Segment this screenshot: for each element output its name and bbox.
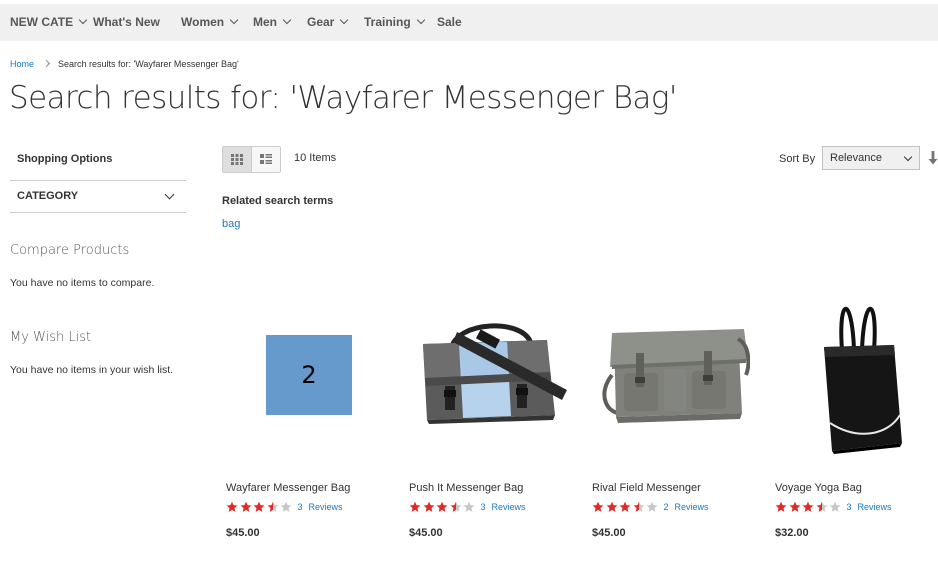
- product-price: $45.00: [226, 527, 260, 539]
- compare-empty-text: You have no items to compare.: [10, 277, 155, 289]
- reviews-link[interactable]: 3 Reviews: [847, 502, 892, 512]
- chevron-down-icon: [78, 15, 88, 25]
- product-rating: 3 Reviews: [409, 500, 526, 514]
- product-image[interactable]: [592, 290, 758, 460]
- wishlist-title: My Wish List: [10, 330, 92, 345]
- chevron-down-icon: [340, 15, 349, 25]
- chevron-down-icon: [164, 189, 175, 200]
- reviews-link[interactable]: 3 Reviews: [298, 502, 343, 512]
- wishlist-empty-text: You have no items in your wish list.: [10, 364, 174, 376]
- nav-item-men[interactable]: Men: [253, 4, 292, 41]
- breadcrumb: Home Search results for: 'Wayfarer Messen…: [10, 59, 239, 69]
- star-icon: [633, 501, 644, 512]
- star-icon: [646, 501, 658, 512]
- product-price: $32.00: [775, 527, 809, 539]
- sort-by-label: Sort By: [779, 153, 816, 165]
- star-icon: [240, 501, 251, 512]
- star-icon: [436, 501, 448, 512]
- nav-item-training[interactable]: Training: [364, 4, 425, 41]
- star-icon: [619, 501, 631, 512]
- product-image[interactable]: [775, 290, 938, 460]
- star-icon: [267, 501, 278, 512]
- star-icon: [816, 501, 827, 512]
- star-icon: [775, 501, 787, 512]
- product-price: $45.00: [409, 527, 443, 539]
- chevron-down-icon: [229, 15, 239, 25]
- reviews-link[interactable]: 3 Reviews: [481, 502, 526, 512]
- filter-category[interactable]: CATEGORY: [10, 180, 186, 213]
- star-icon: [789, 501, 800, 512]
- compare-products-title: Compare Products: [10, 243, 130, 258]
- top-navigation: NEW CATE What's New Women Men Gear Train…: [0, 4, 938, 41]
- breadcrumb-current: Search results for: 'Wayfarer Messenger …: [58, 59, 239, 69]
- nav-item-women[interactable]: Women: [181, 4, 239, 41]
- nav-item-sale[interactable]: Sale: [437, 4, 462, 41]
- product-rating: 3 Reviews: [226, 500, 343, 514]
- product-name-link[interactable]: Rival Field Messenger: [592, 482, 701, 494]
- chevron-down-icon: [416, 15, 425, 25]
- nav-item-new-cate[interactable]: NEW CATE: [10, 4, 88, 41]
- product-name-link[interactable]: Voyage Yoga Bag: [775, 482, 862, 494]
- product-name-link[interactable]: Push It Messenger Bag: [409, 482, 523, 494]
- product-name-link[interactable]: Wayfarer Messenger Bag: [226, 482, 350, 494]
- chevron-right-icon: [42, 59, 51, 68]
- tote-bag-black-image: [824, 306, 902, 454]
- star-icon: [253, 501, 265, 512]
- page-title: Search results for: 'Wayfarer Messenger …: [9, 80, 677, 116]
- star-icon: [280, 501, 292, 512]
- product-image-placeholder: 2: [266, 335, 352, 415]
- product-price: $45.00: [592, 527, 626, 539]
- product-rating: 3 Reviews: [775, 500, 892, 514]
- star-icon: [226, 501, 238, 512]
- shopping-options-title: Shopping Options: [17, 153, 113, 165]
- item-count: 10 Items: [294, 152, 337, 164]
- product-rating: 2 Reviews: [592, 500, 709, 514]
- messenger-bag-blue-image: [423, 323, 567, 424]
- list-view-button[interactable]: [251, 147, 280, 172]
- star-icon: [409, 501, 421, 512]
- filter-category-label: CATEGORY: [17, 190, 79, 202]
- star-icon: [463, 501, 475, 512]
- star-icon: [829, 501, 841, 512]
- product-image[interactable]: [409, 290, 575, 460]
- breadcrumb-home-link[interactable]: Home: [10, 59, 34, 69]
- star-icon: [606, 501, 617, 512]
- related-term-link[interactable]: bag: [222, 218, 240, 230]
- related-search-terms-title: Related search terms: [222, 195, 334, 207]
- view-mode-switcher: [222, 146, 281, 173]
- star-icon: [450, 501, 461, 512]
- rating-stars: [409, 501, 477, 513]
- grid-view-button[interactable]: [223, 147, 251, 172]
- rating-stars: [775, 501, 843, 513]
- sort-by-value: Relevance: [830, 152, 882, 164]
- nav-item-gear[interactable]: Gear: [307, 4, 349, 41]
- star-icon: [592, 501, 604, 512]
- chevron-down-icon: [903, 152, 913, 162]
- nav-item-whats-new[interactable]: What's New: [93, 4, 160, 41]
- rating-stars: [226, 501, 294, 513]
- rating-stars: [592, 501, 660, 513]
- sort-by-select[interactable]: Relevance: [822, 146, 920, 170]
- star-icon: [423, 501, 434, 512]
- messenger-bag-grey-image: [602, 329, 750, 423]
- reviews-link[interactable]: 2 Reviews: [664, 502, 709, 512]
- list-icon: [260, 154, 272, 164]
- chevron-down-icon: [282, 15, 292, 25]
- grid-icon: [231, 154, 243, 165]
- sort-direction-arrow-icon[interactable]: [928, 151, 938, 165]
- product-image[interactable]: 2: [226, 290, 392, 460]
- star-icon: [802, 501, 814, 512]
